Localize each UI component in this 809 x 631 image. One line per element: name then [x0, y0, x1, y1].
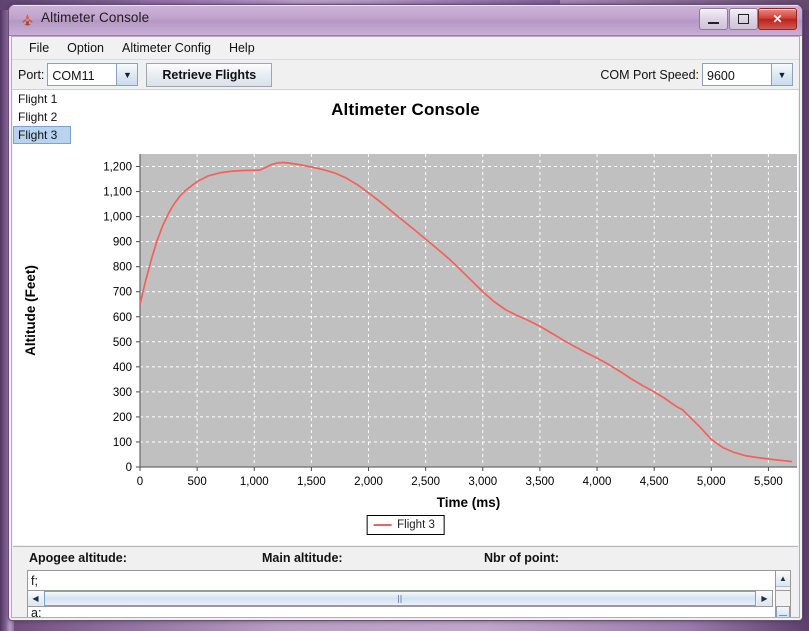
close-button[interactable]: ✕ [758, 8, 797, 30]
svg-text:5,000: 5,000 [697, 476, 726, 488]
svg-text:1,000: 1,000 [103, 212, 132, 224]
scroll-left-icon[interactable]: ◀ [28, 591, 43, 606]
legend-label-flight-3: Flight 3 [397, 519, 435, 531]
menu-item-altimeter-config[interactable]: Altimeter Config [113, 39, 220, 57]
scroll-thumb-grip [779, 615, 787, 617]
svg-text:1,000: 1,000 [240, 476, 269, 488]
flight-list: Flight 1 Flight 2 Flight 3 [13, 90, 71, 144]
nbr-of-point-label: Nbr of point: [484, 551, 559, 565]
svg-text:Altitude (Feet): Altitude (Feet) [23, 265, 38, 356]
port-select[interactable]: COM11 ▼ [47, 63, 139, 86]
scrollbar-corner [775, 590, 791, 607]
svg-text:1,500: 1,500 [297, 476, 326, 488]
menu-item-option[interactable]: Option [58, 39, 113, 57]
svg-text:700: 700 [113, 287, 132, 299]
log-horizontal-scrollbar[interactable]: ◀ ▶ [27, 590, 773, 607]
svg-text:600: 600 [113, 312, 132, 324]
svg-text:800: 800 [113, 262, 132, 274]
apogee-altitude-label: Apogee altitude: [29, 551, 127, 565]
maximize-button[interactable] [729, 8, 758, 30]
chart-panel: Altimeter Console 0 100 200 300 400 500 600 700… [13, 90, 798, 545]
info-panel: Apogee altitude: Main altitude: Nbr of p… [13, 546, 798, 617]
minimize-button[interactable] [699, 8, 728, 30]
info-labels: Apogee altitude: Main altitude: Nbr of p… [13, 547, 798, 569]
svg-text:2,000: 2,000 [354, 476, 383, 488]
close-icon: ✕ [772, 12, 783, 26]
port-select-value: COM11 [48, 64, 117, 85]
svg-text:0: 0 [126, 462, 132, 474]
horizontal-scroll-thumb[interactable] [44, 591, 756, 606]
legend-swatch-flight-3 [373, 524, 392, 526]
flight-list-item-1[interactable]: Flight 1 [13, 90, 71, 108]
svg-text:4,000: 4,000 [583, 476, 612, 488]
menu-item-file[interactable]: File [20, 39, 58, 57]
svg-text:100: 100 [113, 437, 132, 449]
chart-legend: Flight 3 [366, 515, 445, 535]
title-bar[interactable]: Altimeter Console ✕ [9, 5, 802, 36]
com-speed-group: COM Port Speed: 9600 ▼ [600, 63, 793, 86]
svg-text:900: 900 [113, 237, 132, 249]
svg-text:400: 400 [113, 362, 132, 374]
menu-item-help[interactable]: Help [220, 39, 264, 57]
window-title: Altimeter Console [41, 10, 150, 25]
scroll-right-icon[interactable]: ▶ [757, 591, 772, 606]
flight-list-item-3[interactable]: Flight 3 [13, 126, 71, 144]
retrieve-flights-button[interactable]: Retrieve Flights [146, 62, 273, 87]
svg-text:4,500: 4,500 [640, 476, 669, 488]
svg-text:300: 300 [113, 387, 132, 399]
com-speed-select[interactable]: 9600 ▼ [702, 63, 793, 86]
scroll-up-icon[interactable]: ▲ [776, 571, 790, 587]
log-line: f; [31, 574, 38, 588]
svg-text:500: 500 [188, 476, 207, 488]
menu-bar: File Option Altimeter Config Help [12, 37, 799, 60]
svg-text:Time (ms): Time (ms) [437, 495, 501, 510]
toolbar: Port: COM11 ▼ Retrieve Flights COM Port … [12, 60, 799, 90]
svg-text:200: 200 [113, 412, 132, 424]
svg-text:5,500: 5,500 [754, 476, 783, 488]
main-altitude-label: Main altitude: [262, 551, 343, 565]
svg-text:1,200: 1,200 [103, 162, 132, 174]
client-area: File Option Altimeter Config Help Port: … [11, 36, 800, 618]
svg-text:3,500: 3,500 [526, 476, 555, 488]
maximize-icon [738, 14, 749, 24]
svg-text:500: 500 [113, 337, 132, 349]
com-speed-label: COM Port Speed: [600, 67, 699, 82]
svg-text:3,000: 3,000 [468, 476, 497, 488]
svg-text:1,100: 1,100 [103, 187, 132, 199]
chevron-down-icon[interactable]: ▼ [116, 64, 138, 85]
flight-list-item-2[interactable]: Flight 2 [13, 108, 71, 126]
chevron-down-icon[interactable]: ▼ [771, 64, 792, 85]
application-window: Altimeter Console ✕ File Option Altimete… [8, 4, 803, 621]
svg-text:2,500: 2,500 [411, 476, 440, 488]
svg-text:0: 0 [137, 476, 143, 488]
altitude-time-chart: 0 100 200 300 400 500 600 700 800 900 1,000 1,100 1,… [23, 154, 797, 510]
scroll-thumb-grip [397, 594, 403, 603]
vertical-scroll-thumb[interactable] [776, 606, 790, 617]
com-speed-value: 9600 [703, 64, 771, 85]
rocket-icon [18, 11, 36, 29]
port-label: Port: [18, 67, 45, 82]
minimize-icon [708, 21, 719, 24]
